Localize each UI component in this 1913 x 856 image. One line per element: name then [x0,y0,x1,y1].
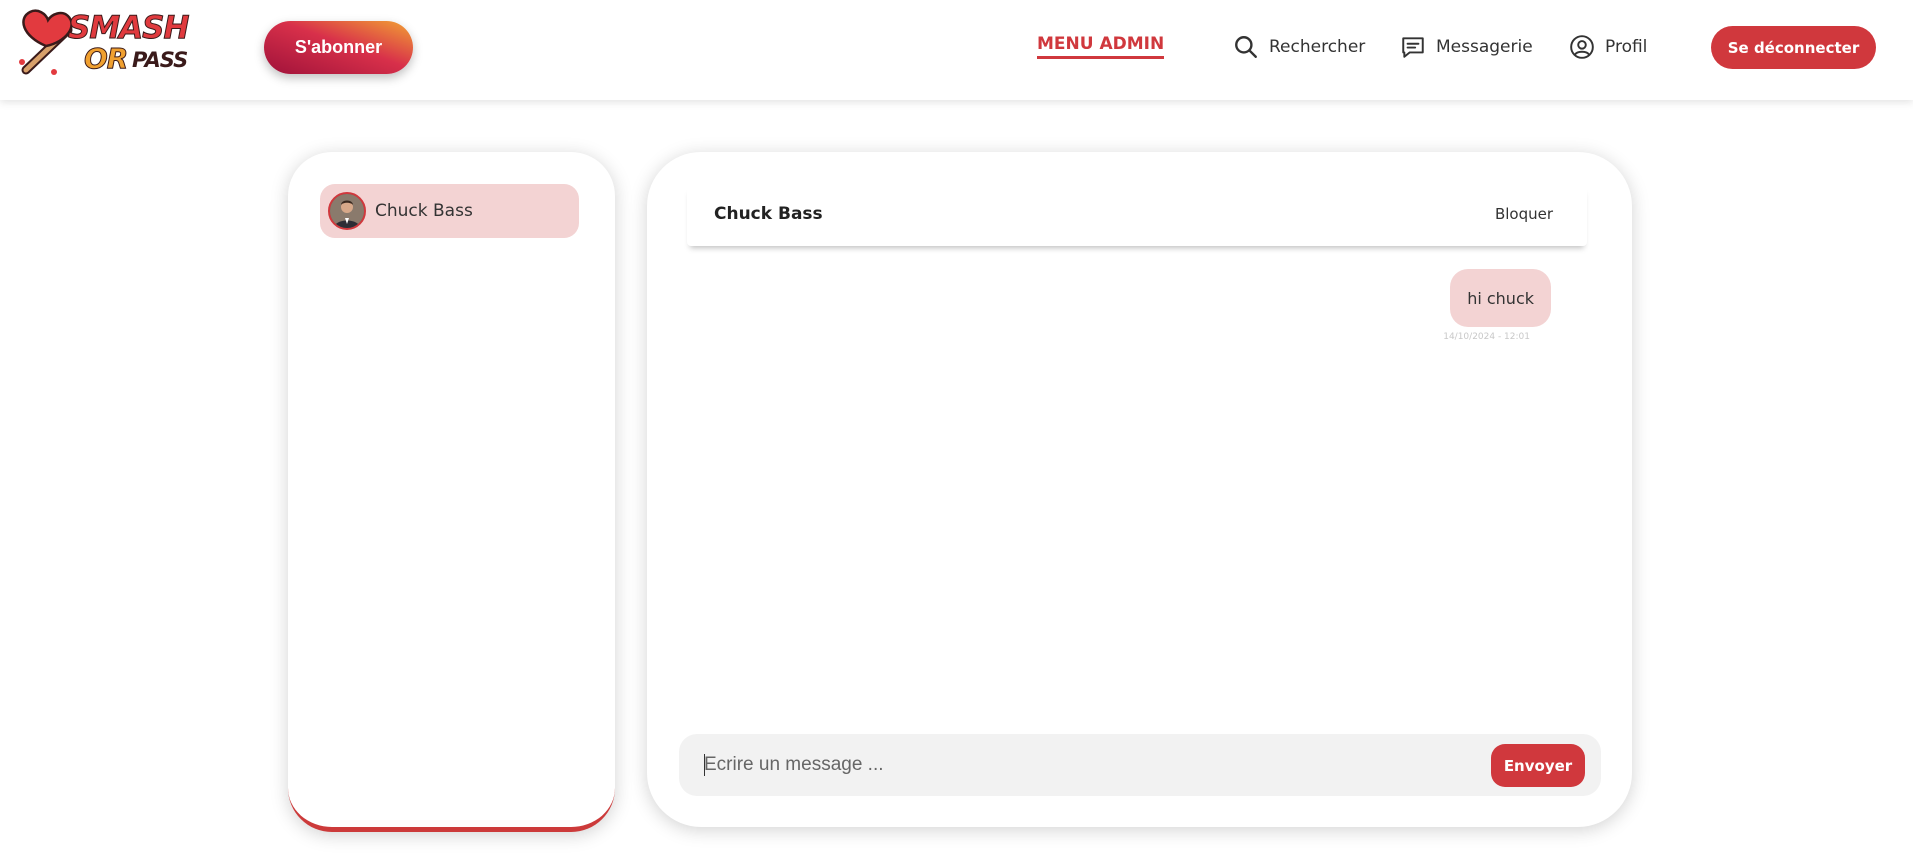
nav-messaging-label: Messagerie [1436,37,1533,57]
conversation-name: Chuck Bass [375,201,473,221]
avatar [328,192,366,230]
message-bubble: hi chuck [1450,269,1551,327]
message-composer: Envoyer [679,734,1601,796]
conversation-list-panel: Chuck Bass [288,152,615,832]
conversation-item[interactable]: Chuck Bass [320,184,579,238]
message-input[interactable] [704,748,1464,782]
chat-header: Chuck Bass Bloquer [687,186,1587,246]
message-timestamp: 14/10/2024 - 12:01 [1443,332,1530,342]
nav-profile-label: Profil [1605,37,1648,57]
text-caret [704,754,705,776]
user-circle-icon [1570,35,1594,59]
top-navbar: SMASH OR PASS S'abonner MENU ADMIN Reche… [0,0,1913,100]
nav-profile[interactable]: Profil [1569,33,1647,61]
block-button[interactable]: Bloquer [1495,205,1553,223]
logo-word-smash: SMASH [67,10,189,47]
search-icon [1235,36,1257,58]
smash-or-pass-logo[interactable]: SMASH OR PASS [16,8,196,80]
subscribe-button[interactable]: S'abonner [264,21,413,74]
logo-word-or: OR [83,42,128,76]
nav-messaging[interactable]: Messagerie [1400,33,1533,61]
chat-contact-name: Chuck Bass [714,204,823,224]
message-list[interactable]: hi chuck 14/10/2024 - 12:01 [687,257,1592,717]
logout-button[interactable]: Se déconnecter [1711,26,1876,69]
nav-search[interactable]: Rechercher [1233,33,1365,61]
send-button[interactable]: Envoyer [1491,744,1585,787]
chat-panel: Chuck Bass Bloquer hi chuck 14/10/2024 -… [647,152,1632,827]
person-photo-icon [330,194,364,228]
logo-word-pass: PASS [132,48,188,72]
nav-search-label: Rechercher [1269,37,1366,57]
chat-bubble-icon [1402,37,1424,58]
admin-menu-link[interactable]: MENU ADMIN [1037,34,1165,59]
